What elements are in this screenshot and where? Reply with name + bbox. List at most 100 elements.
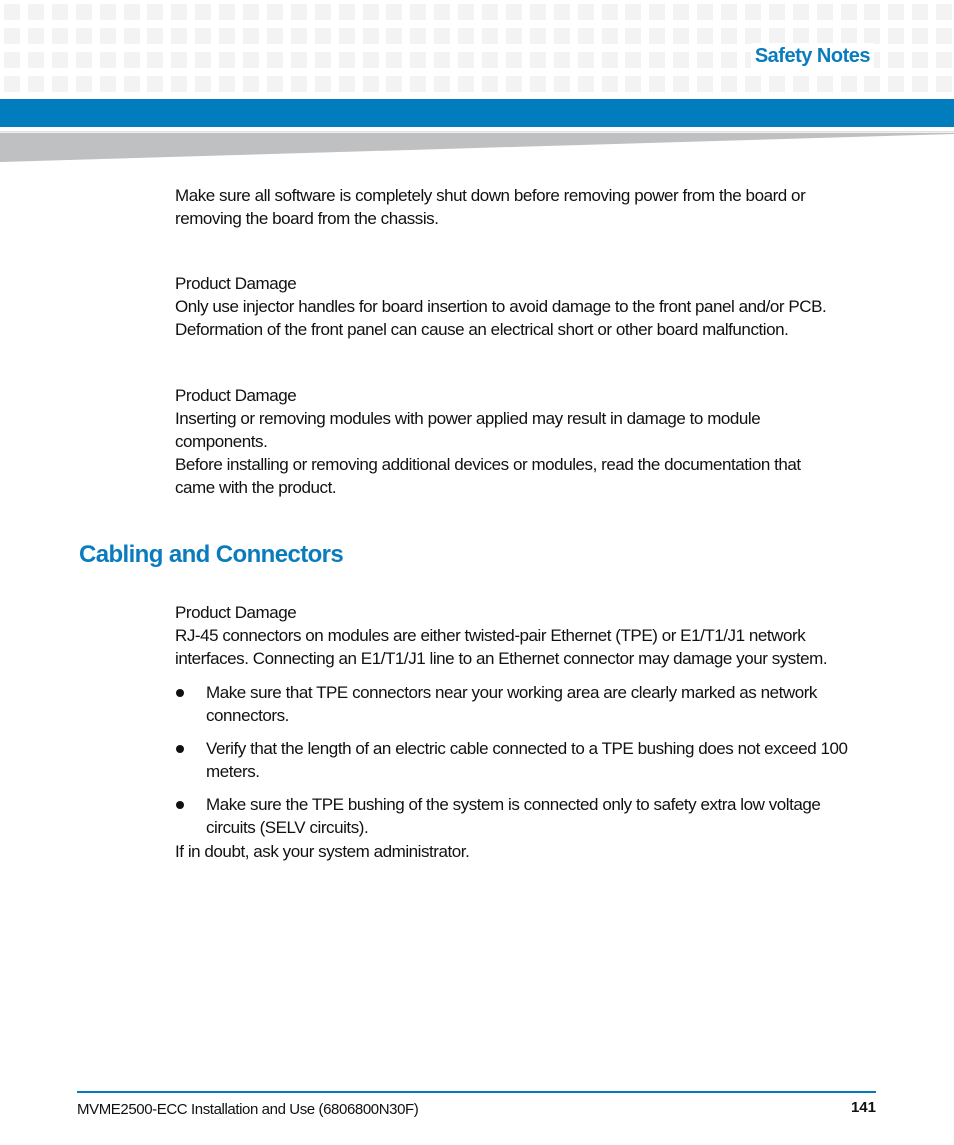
grid-square [339,28,355,44]
section-heading-cabling: Cabling and Connectors [79,541,344,568]
bullet-item: Make sure that TPE connectors near your … [175,681,885,727]
header-blue-band [0,99,954,127]
grid-square [100,28,116,44]
grid-square [4,52,20,68]
grid-square [625,76,641,92]
note-label: Product Damage [175,274,297,293]
grid-square [602,28,618,44]
grid-square [124,4,140,20]
grid-square [76,28,92,44]
grid-square [912,52,928,68]
grid-square [219,4,235,20]
grid-square [841,4,857,20]
grid-square [76,4,92,20]
grid-square [52,28,68,44]
grid-square [769,28,785,44]
grid-square [4,4,20,20]
note-label: Product Damage [175,386,297,405]
note-line: Deformation of the front panel can cause… [175,320,789,339]
grid-square [578,76,594,92]
grid-square [625,28,641,44]
grid-square [434,76,450,92]
grid-square [76,52,92,68]
grid-square [195,4,211,20]
note-software-shutdown: Make sure all software is completely shu… [175,184,885,230]
grid-square [28,76,44,92]
grid-square [506,52,522,68]
running-header-section-title: Safety Notes [750,43,874,69]
grid-square [386,28,402,44]
page-number: 141 [850,1099,876,1116]
header-grey-wedge [0,131,954,162]
grid-square [458,4,474,20]
closing-note: If in doubt, ask your system administrat… [175,840,885,863]
grid-square [243,52,259,68]
grid-square [602,52,618,68]
grid-square [649,76,665,92]
grid-square [482,28,498,44]
grid-square [52,4,68,20]
grid-square [410,52,426,68]
grid-square [554,4,570,20]
note-line: Make sure all software is completely shu… [175,186,806,205]
note-line: Only use injector handles for board inse… [175,297,827,316]
grid-square [28,28,44,44]
bullet-dot-icon [176,689,184,697]
grid-square [482,4,498,20]
grid-square [52,52,68,68]
footer-document-title: MVME2500-ECC Installation and Use (68068… [77,1101,419,1118]
grid-square [4,76,20,92]
bullet-line: Verify that the length of an electric ca… [206,739,848,758]
grid-square [817,28,833,44]
grid-square [291,76,307,92]
grid-square [28,4,44,20]
grid-square [482,52,498,68]
grid-square [936,4,952,20]
grid-square [171,76,187,92]
grid-square [506,4,522,20]
bullet-item: Verify that the length of an electric ca… [175,737,885,783]
grid-square [458,28,474,44]
grid-square [506,28,522,44]
closing-line: If in doubt, ask your system administrat… [175,842,470,861]
bullet-line: circuits (SELV circuits). [206,818,369,837]
bullet-line: Make sure the TPE bushing of the system … [206,795,821,814]
grid-square [315,76,331,92]
grid-square [434,28,450,44]
grid-square [578,4,594,20]
grid-square [745,4,761,20]
grid-square [410,76,426,92]
grid-square [530,4,546,20]
grid-square [649,4,665,20]
grid-square [864,4,880,20]
grid-square [888,28,904,44]
grid-square [530,76,546,92]
grid-square [578,28,594,44]
grid-square [817,76,833,92]
grid-square [673,4,689,20]
grid-square [697,52,713,68]
grid-square [769,76,785,92]
grid-square [147,28,163,44]
grid-square [936,52,952,68]
grid-square [434,52,450,68]
grid-square [171,4,187,20]
grid-square [912,4,928,20]
grid-square [410,28,426,44]
grid-square [147,4,163,20]
grid-square [721,4,737,20]
note-product-damage-modules: Product Damage Inserting or removing mod… [175,384,885,499]
grid-square [267,28,283,44]
grid-square [721,28,737,44]
bullet-line: meters. [206,762,260,781]
grid-square [841,28,857,44]
grid-square [76,76,92,92]
grid-square [793,28,809,44]
grid-square [458,52,474,68]
footer-rule [77,1091,876,1093]
grid-square [243,4,259,20]
grid-square [554,76,570,92]
grid-square [410,4,426,20]
grid-square [936,76,952,92]
grid-square [888,76,904,92]
